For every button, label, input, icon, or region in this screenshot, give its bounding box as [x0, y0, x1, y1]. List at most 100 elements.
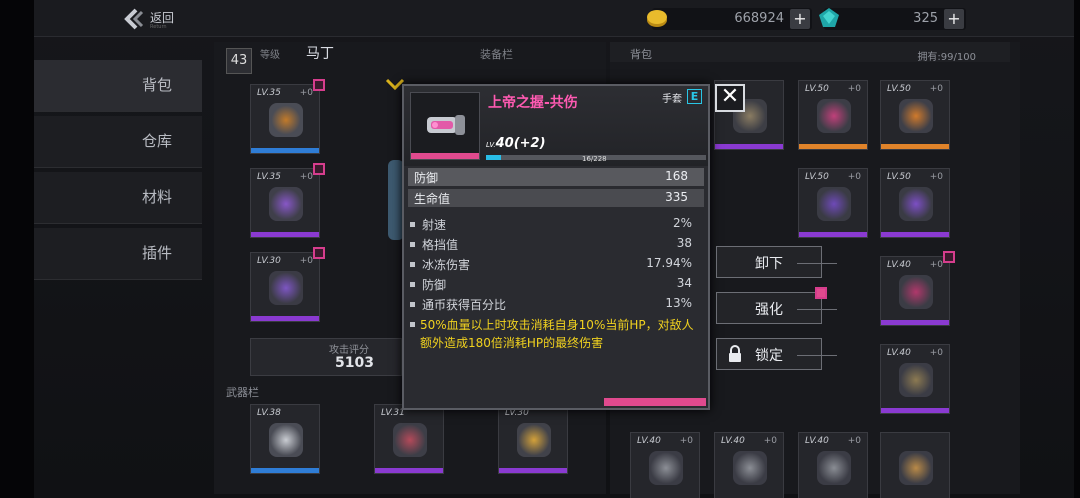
equipment-slot-helmet[interactable]: LV.35 +0	[250, 79, 325, 154]
attack-score-value: 5103	[335, 355, 374, 371]
sidebar-item-plugins[interactable]: 插件	[34, 228, 202, 280]
bullet-icon	[410, 282, 415, 287]
add-gold-button[interactable]: +	[790, 9, 810, 29]
bag-item[interactable]: LV.50 +0	[880, 168, 950, 238]
weapon-slot-1[interactable]: LV.38	[250, 404, 320, 474]
slot-level: LV.50	[805, 84, 829, 94]
armor-icon	[269, 187, 303, 221]
button-line	[797, 309, 837, 310]
rarity-bar	[799, 144, 867, 149]
boots-icon	[899, 99, 933, 133]
sidebar-item-materials[interactable]: 材料	[34, 172, 202, 224]
main-stat-row: 生命值 335	[408, 189, 704, 207]
bag-item[interactable]: LV.40 +0	[630, 432, 700, 498]
gloves-icon	[817, 187, 851, 221]
sidebar-item-label: 仓库	[141, 132, 172, 150]
upgrade-button[interactable]: 强化	[716, 287, 837, 324]
slot-enhance: +0	[847, 84, 861, 94]
new-marker-icon	[943, 251, 955, 263]
stat-name: 射速	[422, 218, 447, 232]
close-button[interactable]: ✕	[715, 84, 745, 112]
bag-item[interactable]: LV.40 +0	[714, 432, 784, 498]
new-marker-icon	[313, 247, 325, 259]
slot-level: LV.40	[637, 436, 661, 446]
rarity-bar	[251, 232, 319, 237]
armor-icon	[817, 451, 851, 485]
unequip-button[interactable]: 卸下	[716, 246, 837, 278]
item-level: LV.40(+2)	[486, 136, 546, 151]
weapon-slot-2[interactable]: LV.31	[374, 404, 444, 474]
stat-value: 34	[676, 276, 692, 290]
rarity-bar	[881, 320, 949, 325]
add-gem-button[interactable]: +	[944, 9, 964, 29]
armor-icon	[899, 187, 933, 221]
bag-item[interactable]: LV.40 +0	[798, 432, 868, 498]
rarity-bar	[251, 468, 319, 473]
attack-score-label: 攻击评分	[329, 345, 369, 356]
gloves-icon	[899, 363, 933, 397]
new-marker-icon	[313, 163, 325, 175]
stat-value: 335	[665, 190, 688, 204]
gem-currency: 325 +	[819, 8, 966, 30]
item-card-header: 上帝之握-共伤 手套 E LV.40(+2) 16/228	[404, 86, 708, 166]
bag-item[interactable]: LV.50 +0	[798, 80, 868, 150]
slot-enhance: +0	[847, 172, 861, 182]
lock-button[interactable]: 锁定	[716, 338, 837, 370]
item-rarity-bar	[411, 153, 479, 159]
bag-owned-count: 拥有:99/100	[917, 52, 976, 63]
bag-item[interactable]: LV.40 +0	[880, 251, 955, 326]
slot-level: LV.50	[887, 84, 911, 94]
stat-value: 17.94%	[646, 256, 692, 270]
slot-level: LV.40	[887, 260, 911, 270]
sidebar: 背包 仓库 材料 插件	[34, 60, 202, 284]
item-type: 手套	[662, 94, 682, 105]
sidebar-item-label: 插件	[141, 244, 172, 262]
bag-item[interactable]: LV.50 +0	[798, 168, 868, 238]
gloves-icon	[649, 451, 683, 485]
rarity-bar	[251, 148, 319, 153]
slot-enhance: +0	[299, 172, 313, 182]
sub-stat-row: 防御 34	[410, 276, 692, 294]
slot-level: LV.50	[887, 172, 911, 182]
equipment-slot-armor[interactable]: LV.35 +0	[250, 163, 325, 238]
item-level-prefix: LV.	[486, 141, 496, 149]
rifle-icon	[393, 423, 427, 457]
upgrade-label: 强化	[755, 302, 783, 318]
sub-stat-row: 通币获得百分比 13%	[410, 296, 692, 314]
sidebar-item-warehouse[interactable]: 仓库	[34, 116, 202, 168]
bag-item[interactable]: LV.50 +0	[880, 80, 950, 150]
pistol-icon	[269, 423, 303, 457]
sidebar-item-backpack[interactable]: 背包	[34, 60, 202, 112]
slot-enhance: +0	[929, 348, 943, 358]
game-screen: 返回 Return 668924 + 325 + 背包 仓库 材料 插件 43 …	[0, 0, 1080, 498]
slot-level: LV.30	[257, 256, 281, 266]
slot-enhance: +0	[929, 260, 943, 270]
gold-coin-icon	[647, 10, 667, 27]
weapon-slot-3[interactable]: LV.30	[498, 404, 568, 474]
stat-name: 通币获得百分比	[422, 298, 507, 312]
gold-currency: 668924 +	[647, 8, 812, 30]
back-button[interactable]: 返回 Return	[124, 6, 194, 32]
gem-value: 325	[913, 11, 938, 26]
bag-label: 背包	[630, 48, 652, 61]
item-type-badge: E	[687, 89, 702, 104]
slot-enhance: +0	[299, 88, 313, 98]
gem-icon	[819, 8, 839, 27]
gold-value: 668924	[734, 11, 784, 26]
slot-enhance: +0	[679, 436, 693, 446]
stat-name: 防御	[422, 278, 447, 292]
stat-value: 13%	[665, 296, 692, 310]
screen-edge-right	[1074, 0, 1080, 498]
sub-stat-row: 冰冻伤害 17.94%	[410, 256, 692, 274]
item-special-effect: 50%血量以上时攻击消耗自身10%当前HP，对敌人额外造成180倍消耗HP的最终…	[410, 316, 702, 352]
sub-stat-row: 射速 2%	[410, 216, 692, 234]
rarity-bar	[715, 144, 783, 149]
bag-item[interactable]: LV.40 +0	[880, 344, 950, 414]
bag-item[interactable]	[880, 432, 950, 498]
slot-enhance: +0	[929, 84, 943, 94]
boots-icon	[269, 271, 303, 305]
equipment-slot-boots[interactable]: LV.30 +0	[250, 247, 325, 322]
card-footer-accent	[604, 398, 706, 406]
button-line	[797, 263, 837, 264]
attack-score-box: 攻击评分 5103	[250, 338, 402, 376]
